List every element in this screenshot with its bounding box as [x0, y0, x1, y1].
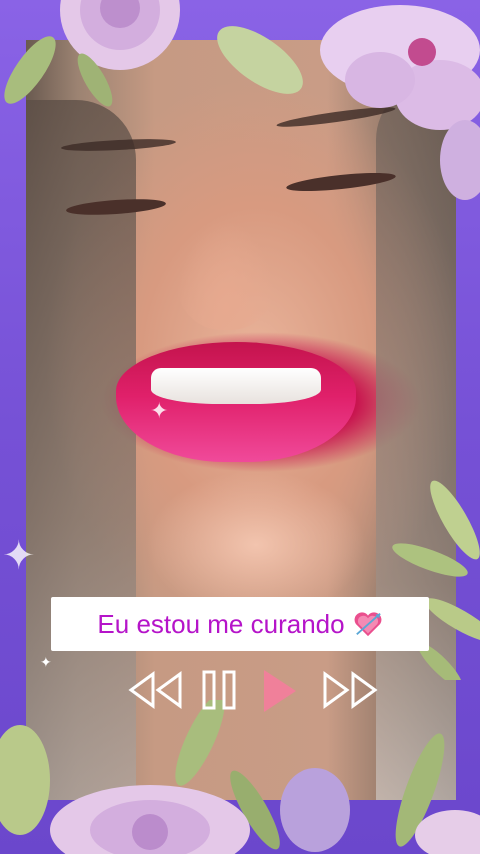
teeth	[151, 368, 321, 404]
nose	[176, 220, 276, 330]
rewind-icon[interactable]	[125, 666, 185, 716]
top-flowers-decoration	[4, 0, 480, 200]
sparkle-icon: ✦	[2, 534, 36, 578]
rose-bottom-left-icon	[50, 785, 250, 854]
caption-text: Eu estou me curando	[97, 608, 345, 639]
player-controls	[120, 666, 390, 716]
sparkle-icon: ✦	[150, 398, 169, 423]
caption-banner: Eu estou me curando	[51, 597, 429, 651]
lily-top-right-icon	[320, 5, 480, 200]
bottom-flowers-decoration	[0, 700, 480, 854]
sparkle-icon: ✦	[40, 654, 52, 670]
lily-bottom-right-icon	[280, 768, 480, 854]
sparkling-heart-arrow-icon	[354, 612, 382, 637]
play-icon[interactable]	[260, 666, 300, 716]
fast-forward-icon[interactable]	[320, 666, 382, 716]
pause-icon[interactable]	[200, 666, 240, 716]
